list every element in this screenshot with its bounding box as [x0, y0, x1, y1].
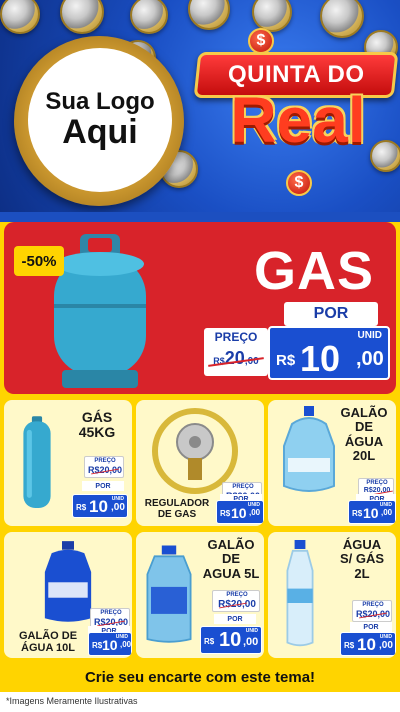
product-title: GALÃO DE ÁGUA 10L — [18, 630, 78, 655]
old-price-box: PREÇO R$20,00 — [204, 328, 268, 376]
product-title: ÁGUA S/ GÁS 2L — [339, 537, 385, 581]
water-bottle-icon — [44, 541, 92, 622]
product-card-galao-10l[interactable]: GALÃO DEÁGUA 10L PREÇO R$20,00 POR UNID … — [4, 532, 132, 658]
preco-label: PREÇO — [214, 330, 258, 344]
coin-icon — [188, 0, 230, 30]
header-banner: Sua Logo Aqui QUINTA DO Real $ $ — [0, 0, 400, 212]
promo-price: UNID R$ 10 ,00 — [88, 632, 132, 656]
unit-label: UNID — [357, 330, 382, 341]
currency-label: R$ — [276, 352, 296, 369]
logo-placeholder: Sua Logo Aqui — [28, 48, 172, 192]
promo-price: UNID R$ 10 ,00 — [268, 326, 390, 380]
product-card-regulador[interactable]: REGULADORDE GAS PREÇO R$20,00 POR UNID R… — [136, 400, 264, 526]
por-label: POR — [82, 481, 124, 491]
campaign-subtitle: Real — [230, 84, 366, 156]
promo-price: UNID R$ 10 ,00 — [340, 632, 396, 656]
coin-icon — [320, 0, 364, 38]
dollar-coin-icon: $ — [248, 28, 274, 54]
promo-price: UNID R$ 10 ,00 — [216, 500, 264, 524]
promo-price: UNID R$ 10 ,00 — [348, 500, 396, 524]
disclaimer-text: *Imagens Meramente Ilustrativas — [6, 696, 138, 706]
coin-icon — [60, 0, 104, 34]
por-label: POR — [284, 302, 378, 326]
product-title: REGULADOR DE GAS — [144, 498, 210, 520]
promo-price: UNID R$ 10 ,00 — [200, 626, 262, 654]
product-card-galao-20l[interactable]: GALÃO DE ÁGUA 20L PREÇO R$20,00 POR UNID R$… — [268, 400, 396, 526]
price-value: 10 — [300, 338, 341, 379]
old-price-box: PREÇO R$20,00 — [212, 590, 260, 612]
old-price-box: PREÇO R$20,00 — [352, 600, 392, 622]
promo-price: UNID R$ 10 ,00 — [72, 494, 128, 518]
product-card-agua-2l[interactable]: ÁGUAS/ GÁS2L PREÇO R$20,00 POR UNID R$ 1… — [268, 532, 396, 658]
cta-banner[interactable]: Crie seu encarte com este tema! — [0, 662, 400, 692]
product-title: GALÃO DE AGUA 5L — [202, 537, 260, 581]
por-label: POR — [214, 614, 256, 624]
product-card-gas-45kg[interactable]: GÁS45KG PREÇO R$20,00 POR UNID R$ 10 ,00 — [4, 400, 132, 526]
coin-icon — [130, 0, 168, 34]
water-bottle-2l-icon — [286, 540, 314, 647]
dollar-coin-icon: $ — [286, 170, 312, 196]
gas-cylinder-tall-icon — [23, 416, 51, 509]
logo-text-line1: Sua Logo — [45, 87, 155, 115]
product-card-galao-5l[interactable]: GALÃODEAGUA 5L PREÇO R$20,00 POR UNID R$… — [136, 532, 264, 658]
disclaimer-bar: *Imagens Meramente Ilustrativas — [0, 692, 400, 712]
promo-title: GAS — [253, 241, 375, 301]
old-price-box: PREÇO R$20,00 — [84, 456, 124, 478]
discount-badge: -50% — [14, 246, 64, 276]
por-label: POR — [350, 622, 392, 632]
coin-icon — [0, 0, 40, 34]
product-title: GALÃO DE ÁGUA 20L — [340, 405, 388, 463]
water-bottle-5l-icon — [146, 545, 192, 643]
product-title: GÁS 45KG — [78, 409, 116, 441]
cta-text: Crie seu encarte com este tema! — [84, 668, 316, 686]
logo-text-line2: Aqui — [62, 113, 138, 152]
price-cents: ,00 — [356, 348, 384, 370]
